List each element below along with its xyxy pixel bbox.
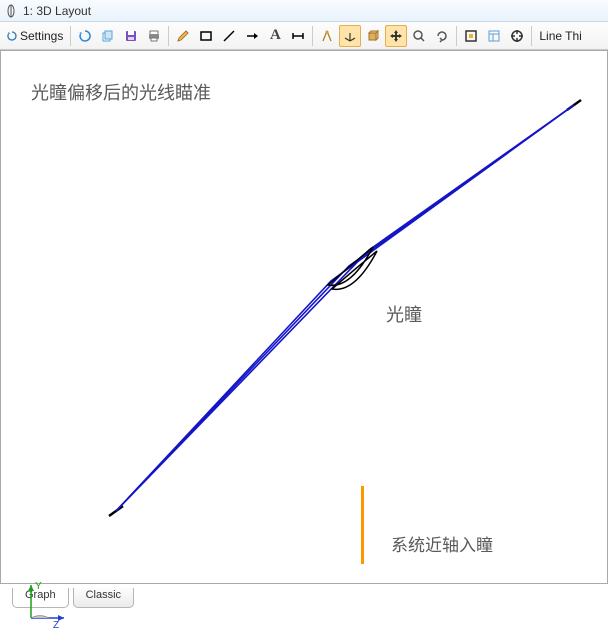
axes-tool[interactable] [339,25,361,47]
ray-diagram [1,51,607,583]
window-title: 1: 3D Layout [23,4,91,18]
tab-classic[interactable]: Classic [73,588,134,608]
refresh-button[interactable] [74,25,96,47]
app-icon [4,4,18,18]
zoom-tool[interactable] [408,25,430,47]
tab-bar: Graph Classic [0,584,608,608]
save-button[interactable] [120,25,142,47]
rotate-tool[interactable] [431,25,453,47]
cube-tool[interactable] [362,25,384,47]
rectangle-tool[interactable] [195,25,217,47]
diagram-title: 光瞳偏移后的光线瞄准 [31,79,211,105]
title-bar: 1: 3D Layout [0,0,608,22]
y-axis-label: Y [35,581,42,592]
copy-button[interactable] [97,25,119,47]
print-button[interactable] [143,25,165,47]
text-tool[interactable]: A [264,25,286,47]
z-axis-label: Z [53,620,59,628]
move-tool[interactable] [385,25,407,47]
separator [531,26,532,46]
pupil-label: 光瞳 [386,301,422,327]
separator [312,26,313,46]
pencil-tool[interactable] [172,25,194,47]
line-tool[interactable] [218,25,240,47]
legend-bar [361,486,364,564]
arrow-tool[interactable] [241,25,263,47]
separator [456,26,457,46]
separator [70,26,71,46]
viewport[interactable]: 光瞳偏移后的光线瞄准 光瞳 系统近轴入瞳 Y Z [0,50,608,584]
refresh-icon [7,31,17,41]
dimension-tool[interactable] [287,25,309,47]
settings-dropdown[interactable]: Settings [3,25,67,47]
legend-label: 系统近轴入瞳 [391,531,493,556]
toolbar: Settings A Line Thi [0,22,608,50]
settings-label: Settings [20,29,63,43]
target-tool[interactable] [506,25,528,47]
fit-view-button[interactable] [460,25,482,47]
drafting-tool[interactable] [316,25,338,47]
separator [168,26,169,46]
line-thickness-label: Line Thi [535,29,585,43]
window-layout-button[interactable] [483,25,505,47]
